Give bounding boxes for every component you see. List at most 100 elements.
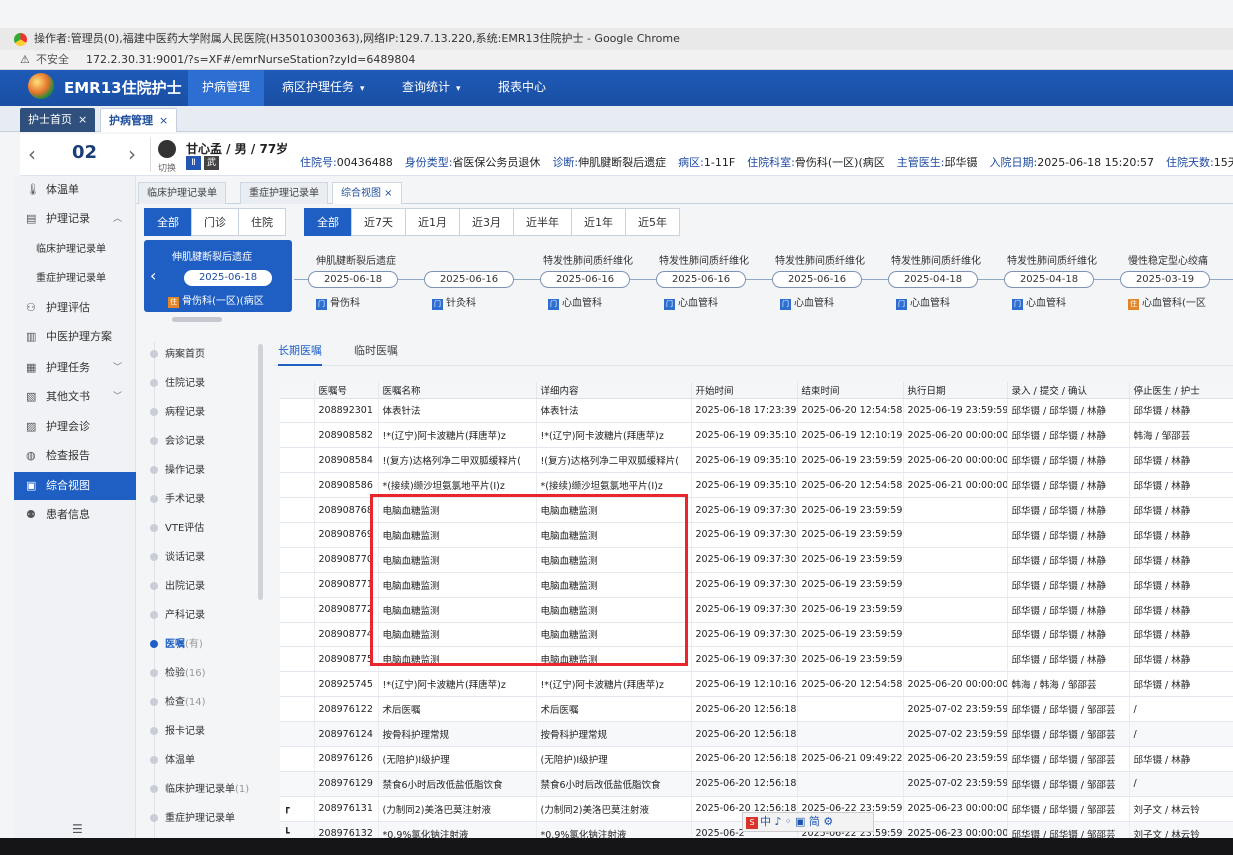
- timeline-scrollbar[interactable]: [172, 317, 222, 322]
- table-row[interactable]: 208908582 !*(辽宁)阿卡波糖片(拜唐苹)z !*(辽宁)阿卡波糖片(拜唐…: [280, 422, 1233, 449]
- period-3[interactable]: 近3月: [459, 208, 514, 236]
- visit_type-2[interactable]: 住院: [238, 208, 286, 236]
- period-5[interactable]: 近1年: [571, 208, 626, 236]
- column-header[interactable]: 医嘱名称: [378, 382, 537, 399]
- record-nav-item-5[interactable]: 手术记录: [140, 493, 264, 521]
- switch-patient-label[interactable]: 切换: [158, 161, 176, 174]
- column-header[interactable]: 开始时间: [691, 382, 798, 399]
- record-nav-item-1[interactable]: 住院记录: [140, 377, 264, 405]
- page-tab-0[interactable]: 护士首页 ×: [20, 108, 96, 132]
- order-tab-0[interactable]: 长期医嘱: [278, 340, 322, 366]
- content-tab-0[interactable]: 临床护理记录单: [138, 182, 226, 204]
- table-row[interactable]: 208908769 电脑血糖监测 电脑血糖监测 2025-06-19 09:37:30…: [280, 522, 1233, 548]
- close-icon[interactable]: ×: [159, 114, 168, 127]
- sidebar-item-1[interactable]: ▤ 护理记录 ︿: [14, 205, 136, 233]
- next-patient-icon[interactable]: ›: [128, 142, 136, 166]
- sidebar-item-7[interactable]: ▧ 其他文书 ﹀: [14, 383, 136, 411]
- sogou-icon[interactable]: S: [746, 817, 758, 829]
- column-header[interactable]: 执行日期: [903, 382, 1008, 399]
- timeline-node-date[interactable]: 2025-04-18: [888, 271, 978, 288]
- record-nav-item-13[interactable]: 报卡记录: [140, 725, 264, 753]
- timeline-node-date[interactable]: 2025-03-19: [1120, 271, 1210, 288]
- sidebar-item-11[interactable]: ⚉ 患者信息: [14, 501, 136, 529]
- period-1[interactable]: 近7天: [351, 208, 406, 236]
- visit_type-0[interactable]: 全部: [144, 208, 192, 236]
- timeline-node-date[interactable]: 2025-06-16: [540, 271, 630, 288]
- sidebar-item-10[interactable]: ▣ 综合视图: [14, 472, 136, 500]
- column-header[interactable]: 详细内容: [536, 382, 692, 399]
- sidebar-item-2[interactable]: 临床护理记录单: [14, 236, 136, 264]
- timeline-node-date[interactable]: 2025-06-16: [772, 271, 862, 288]
- record-nav-item-14[interactable]: 体温单: [140, 754, 264, 782]
- visit_type-1[interactable]: 门诊: [191, 208, 239, 236]
- period-2[interactable]: 近1月: [405, 208, 460, 236]
- table-row[interactable]: 208908774 电脑血糖监测 电脑血糖监测 2025-06-19 09:37:30…: [280, 622, 1233, 648]
- sidebar-item-3[interactable]: 重症护理记录单: [14, 265, 136, 293]
- table-row[interactable]: 208908771 电脑血糖监测 电脑血糖监测 2025-06-19 09:37:30…: [280, 572, 1233, 598]
- table-row[interactable]: 208892301 体表针法 体表针法 2025-06-18 17:23:39 2025…: [280, 398, 1233, 424]
- table-row[interactable]: 208976124 按骨科护理常规 按骨科护理常规 2025-06-20 12:56:…: [280, 721, 1233, 747]
- table-row[interactable]: 208976129 禁食6小时后改低盐低脂饮食 禁食6小时后改低盐低脂饮食 2025-…: [280, 771, 1233, 797]
- column-header[interactable]: 停止医生 / 护士: [1129, 382, 1233, 399]
- timeline-node-date[interactable]: 2025-04-18: [1004, 271, 1094, 288]
- avatar[interactable]: [158, 140, 176, 158]
- prev-patient-icon[interactable]: ‹: [28, 142, 36, 166]
- timeline-node-date[interactable]: 2025-06-16: [424, 271, 514, 288]
- collapse-menu-icon[interactable]: ☰: [72, 822, 83, 836]
- record-nav-item-8[interactable]: 出院记录: [140, 580, 264, 608]
- record-nav-scrollbar[interactable]: [258, 344, 263, 600]
- content-tab-2[interactable]: 综合视图 ×: [332, 182, 402, 204]
- security-label[interactable]: 不安全: [36, 50, 69, 70]
- close-icon[interactable]: ×: [381, 188, 392, 199]
- close-icon[interactable]: ×: [78, 113, 87, 126]
- sidebar-item-6[interactable]: ▦ 护理任务 ﹀: [14, 354, 136, 382]
- period-4[interactable]: 近半年: [513, 208, 572, 236]
- table-row[interactable]: 208908584 !(复方)达格列净二甲双胍缓释片(!(复方)达格列净二甲双胍缓…: [280, 447, 1233, 474]
- sidebar-item-9[interactable]: ◍ 检查报告: [14, 442, 136, 470]
- table-row[interactable]: 208908586 *(接续)缬沙坦氨氯地平片(Ⅰ)z *(接续)缬沙坦氨氯地平片(…: [280, 472, 1233, 499]
- record-nav-item-12[interactable]: 检查(14): [140, 696, 264, 724]
- address-bar[interactable]: ⚠ 不安全 172.2.30.31:9001/?s=XF#/emrNurseSt…: [0, 50, 1233, 70]
- order-tab-1[interactable]: 临时医嘱: [354, 340, 398, 366]
- column-header[interactable]: 录入 / 提交 / 确认: [1007, 382, 1130, 399]
- record-nav-item-6[interactable]: VTE评估: [140, 522, 264, 550]
- table-row[interactable]: 208925745 !*(辽宁)阿卡波糖片(拜唐苹)z !*(辽宁)阿卡波糖片(拜唐…: [280, 671, 1233, 698]
- nav-item-3[interactable]: 报表中心: [484, 70, 560, 106]
- table-row[interactable]: 208908770 电脑血糖监测 电脑血糖监测 2025-06-19 09:37:30…: [280, 547, 1233, 573]
- nav-item-1[interactable]: 病区护理任务 ▾: [268, 70, 379, 106]
- record-nav-item-11[interactable]: 检验(16): [140, 667, 264, 695]
- column-header[interactable]: 结束时间: [797, 382, 904, 399]
- period-6[interactable]: 近5年: [625, 208, 680, 236]
- record-nav-item-2[interactable]: 病程记录: [140, 406, 264, 434]
- record-nav-item-0[interactable]: 病案首页: [140, 348, 264, 376]
- sidebar-item-0[interactable]: 🌡 体温单: [14, 176, 136, 204]
- record-nav-item-3[interactable]: 会诊记录: [140, 435, 264, 463]
- timeline-node-date[interactable]: 2025-06-16: [656, 271, 746, 288]
- chevron-left-icon[interactable]: ‹: [150, 266, 156, 285]
- content-tab-1[interactable]: 重症护理记录单: [240, 182, 328, 204]
- nav-item-0[interactable]: 护病管理: [188, 70, 265, 106]
- record-nav-item-15[interactable]: 临床护理记录单(1): [140, 783, 264, 811]
- column-header[interactable]: 医嘱号: [314, 382, 379, 399]
- record-nav-item-16[interactable]: 重症护理记录单: [140, 812, 264, 840]
- record-nav-item-7[interactable]: 谈话记录: [140, 551, 264, 579]
- timeline-node-date[interactable]: 2025-06-18: [308, 271, 398, 288]
- table-row[interactable]: 208908772 电脑血糖监测 电脑血糖监测 2025-06-19 09:37:30…: [280, 597, 1233, 623]
- table-row[interactable]: 208908768 电脑血糖监测 电脑血糖监测 2025-06-19 09:37:30…: [280, 497, 1233, 523]
- record-nav-item-9[interactable]: 产科记录: [140, 609, 264, 637]
- record-nav-item-10[interactable]: 医嘱(有): [140, 638, 264, 666]
- table-row[interactable]: 208908775 电脑血糖监测 电脑血糖监测 2025-06-19 09:37:30…: [280, 646, 1233, 673]
- sidebar-item-5[interactable]: ▥ 中医护理方案: [14, 323, 136, 351]
- period-0[interactable]: 全部: [304, 208, 352, 236]
- nav-item-2[interactable]: 查询统计 ▾: [388, 70, 475, 106]
- record-nav-item-4[interactable]: 操作记录: [140, 464, 264, 492]
- warning-icon[interactable]: ⚠: [20, 50, 30, 70]
- url-text[interactable]: 172.2.30.31:9001/?s=XF#/emrNurseStation?…: [86, 50, 415, 70]
- table-row[interactable]: 208976122 术后医嘱 术后医嘱 2025-06-20 12:56:18 2025…: [280, 696, 1233, 723]
- table-row[interactable]: 208976126 (无陪护)Ⅰ级护理 (无陪护)Ⅰ级护理 2025-06-20 12…: [280, 746, 1233, 772]
- ime-status[interactable]: 中 ♪ ◦ ▣ 简 ⚙: [760, 815, 833, 828]
- sidebar-item-4[interactable]: ⚇ 护理评估: [14, 294, 136, 322]
- current-visit-card[interactable]: ‹ 伸肌腱断裂后遗症 2025-06-18 住骨伤科(一区)(病区: [144, 240, 292, 312]
- sidebar-item-8[interactable]: ▨ 护理会诊: [14, 413, 136, 441]
- ime-toolbar[interactable]: S中 ♪ ◦ ▣ 简 ⚙: [742, 812, 874, 832]
